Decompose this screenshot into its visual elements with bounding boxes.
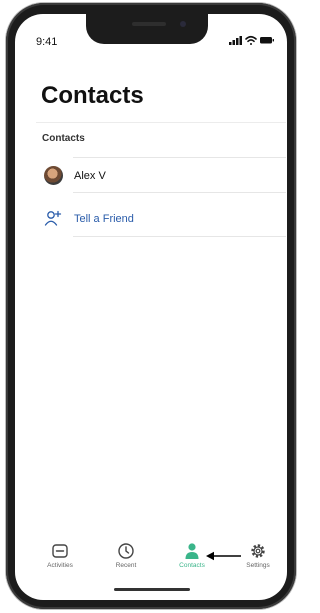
home-indicator <box>114 588 190 591</box>
arrow-left-icon <box>206 551 241 561</box>
row-divider <box>73 236 286 237</box>
activities-icon <box>52 544 68 558</box>
tab-label: Contacts <box>179 562 205 569</box>
tab-recent[interactable]: Recent <box>102 542 150 569</box>
avatar <box>44 166 63 185</box>
status-icons <box>229 35 274 45</box>
tab-label: Settings <box>246 562 270 569</box>
speaker-grille <box>132 22 166 26</box>
title-divider <box>36 122 286 123</box>
gear-icon <box>251 544 265 558</box>
tab-label: Recent <box>115 562 137 569</box>
person-icon <box>185 543 199 559</box>
front-camera <box>180 21 186 27</box>
phone-notch <box>86 14 208 44</box>
section-header: Contacts <box>42 133 85 144</box>
status-time: 9:41 <box>36 36 58 48</box>
wifi-icon <box>245 35 257 45</box>
page-title: Contacts <box>41 82 144 109</box>
add-person-icon <box>44 210 62 226</box>
tab-label: Activities <box>47 562 73 569</box>
tab-activities[interactable]: Activities <box>36 542 84 569</box>
clock-icon <box>118 543 134 559</box>
row-divider <box>73 192 286 193</box>
signal-icon <box>229 36 242 45</box>
row-divider <box>73 157 286 158</box>
tell-a-friend-label: Tell a Friend <box>74 213 134 225</box>
battery-icon <box>260 37 274 44</box>
contact-name: Alex V <box>74 170 106 182</box>
